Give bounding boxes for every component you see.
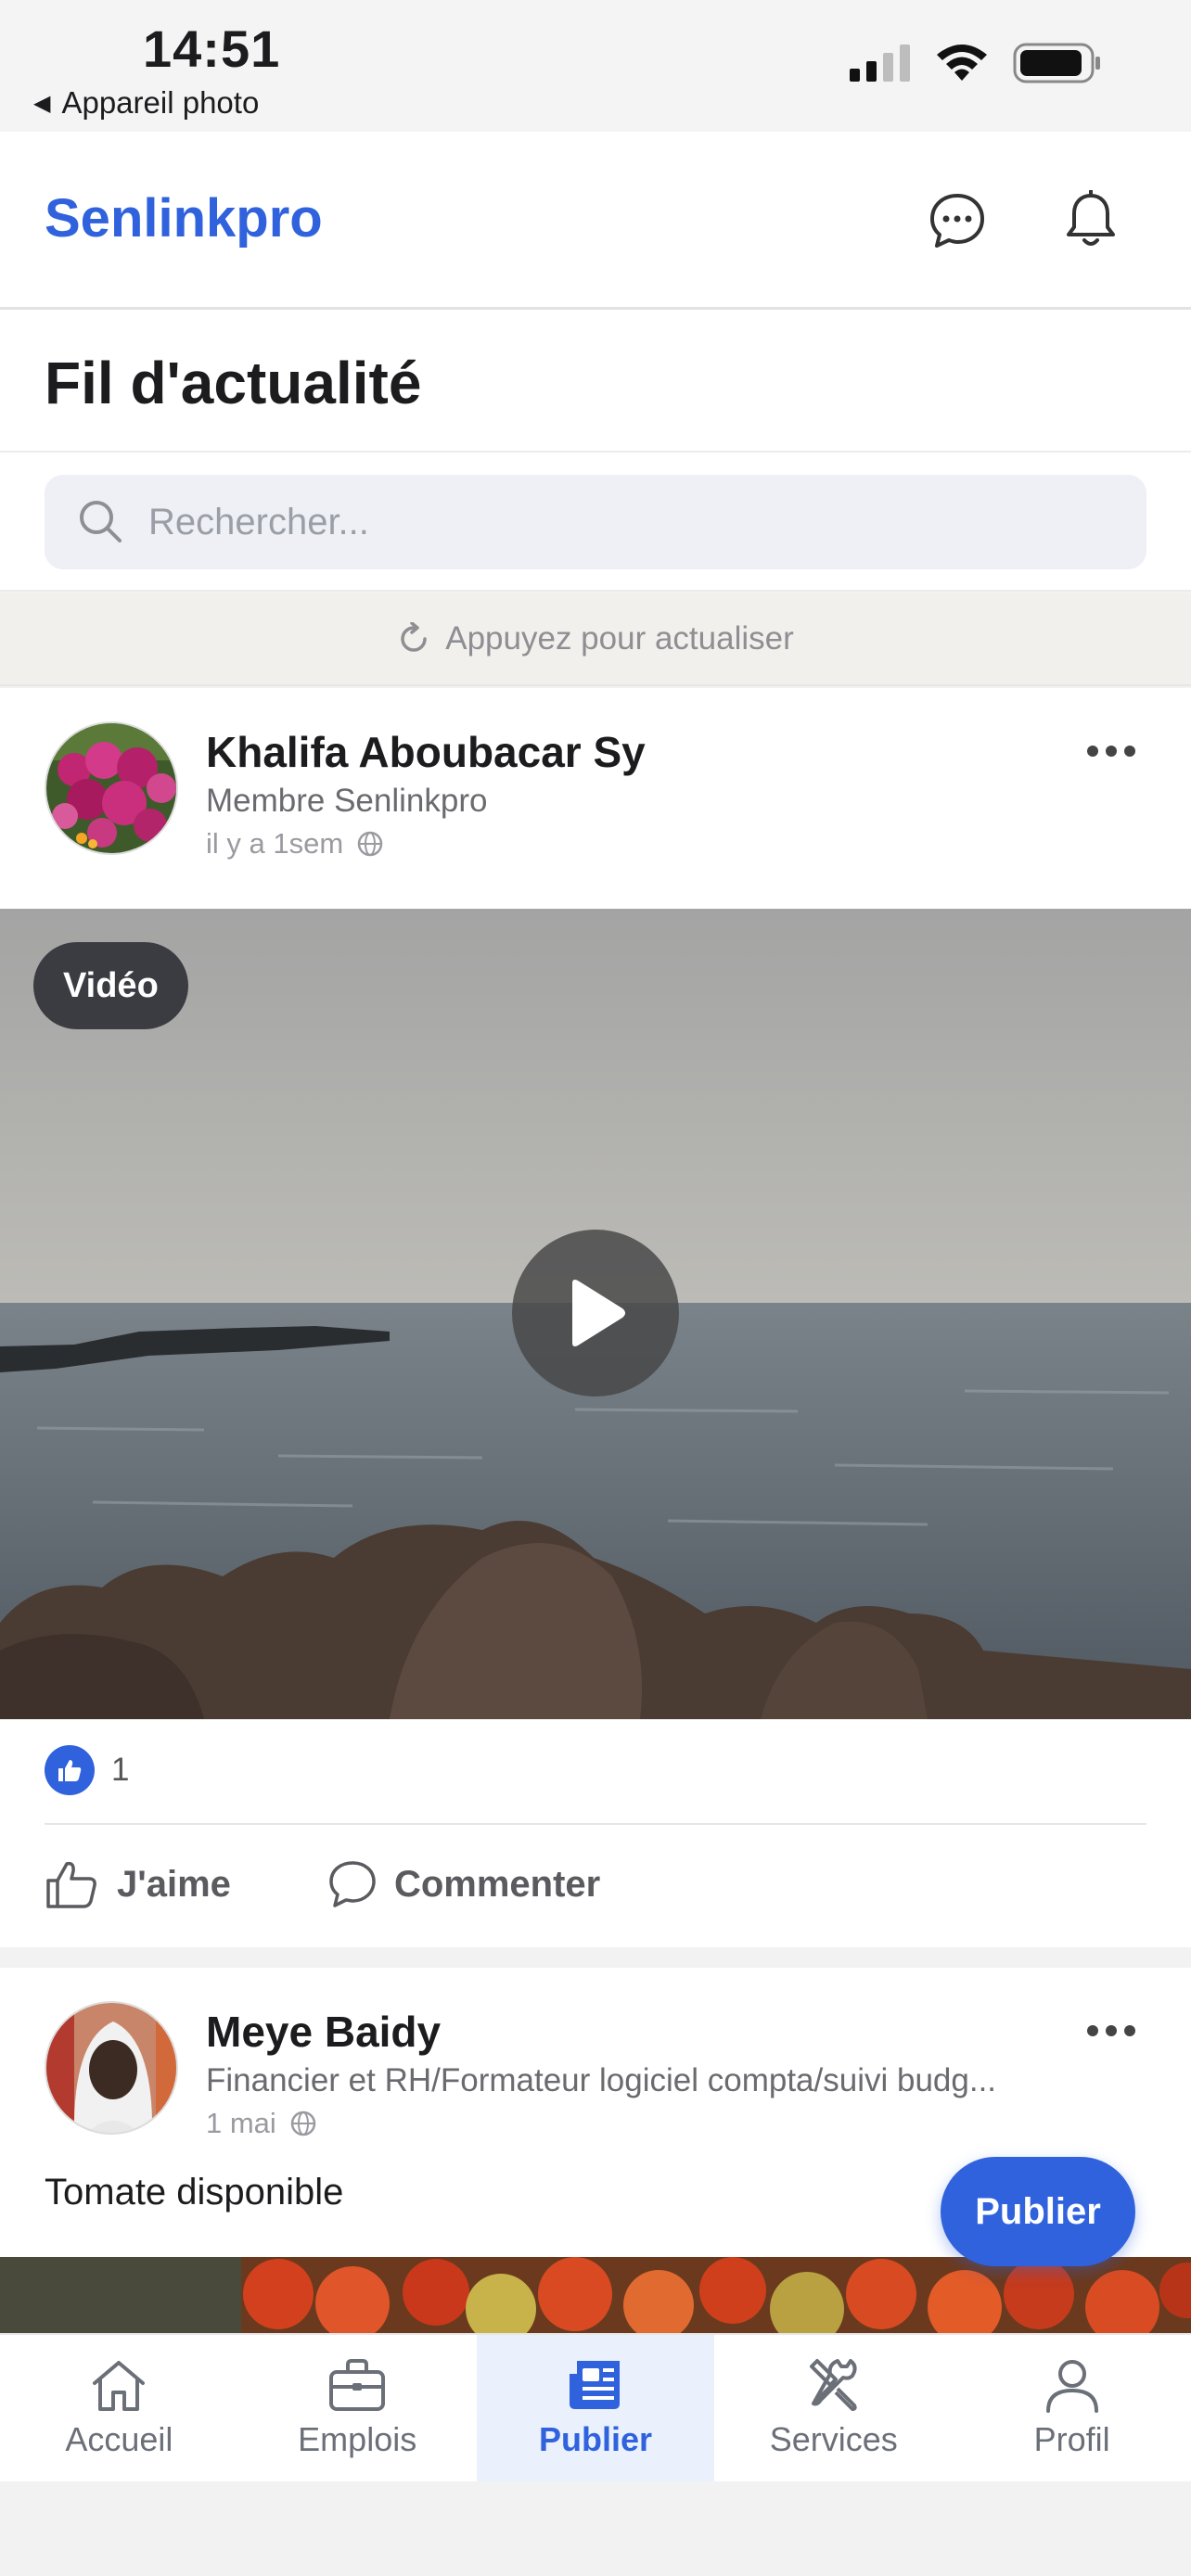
post-time-text: il y a 1sem — [206, 827, 344, 860]
publish-fab-button[interactable]: Publier — [941, 2157, 1135, 2266]
bell-icon — [1067, 190, 1115, 246]
author-name[interactable]: Meye Baidy — [206, 2007, 441, 2057]
video-badge: Vidéo — [33, 942, 188, 1029]
back-triangle-icon: ◀ — [33, 90, 51, 116]
divider — [45, 1823, 1146, 1825]
briefcase-icon — [329, 2359, 386, 2411]
post-time: il y a 1sem — [206, 827, 384, 861]
more-dot — [1087, 746, 1098, 757]
brand-logo-text[interactable]: Senlinkpro — [45, 187, 323, 249]
globe-icon — [290, 2111, 316, 2136]
likes-summary[interactable]: 1 — [45, 1745, 129, 1795]
more-dot — [1124, 746, 1135, 757]
globe-icon — [357, 831, 383, 857]
nav-label: Emplois — [298, 2420, 417, 2458]
avatar[interactable] — [45, 2001, 178, 2135]
battery-icon — [1013, 43, 1100, 83]
post-more-button[interactable] — [1087, 746, 1135, 757]
play-icon — [572, 1280, 625, 1346]
post-image[interactable] — [0, 2257, 1191, 2339]
post-card: Meye Baidy Financier et RH/Formateur log… — [0, 1968, 1191, 2339]
post-time: 1 mai — [206, 2107, 317, 2140]
more-dot — [1106, 746, 1117, 757]
nav-item-emplois[interactable]: Emplois — [238, 2335, 477, 2481]
tools-icon — [809, 2359, 857, 2411]
back-to-camera-link[interactable]: ◀ Appareil photo — [33, 85, 259, 121]
author-role: Membre Senlinkpro — [206, 783, 488, 819]
app-header: Senlinkpro — [0, 132, 1191, 310]
status-time: 14:51 — [143, 19, 281, 78]
refresh-label: Appuyez pour actualiser — [445, 620, 794, 657]
refresh-bar[interactable]: Appuyez pour actualiser — [0, 593, 1191, 686]
bottom-nav: Accueil Emplois Publier Services Profil — [0, 2333, 1191, 2481]
like-label: J'aime — [117, 1863, 231, 1905]
status-icons — [850, 43, 1102, 83]
home-icon — [93, 2361, 146, 2411]
home-indicator-area — [0, 2481, 1191, 2576]
post-actions: J'aime Commenter — [45, 1858, 600, 1910]
comment-icon — [329, 1861, 376, 1907]
person-icon — [1045, 2360, 1098, 2413]
likes-count: 1 — [111, 1752, 130, 1788]
signal-icon — [850, 45, 910, 82]
nav-item-profil[interactable]: Profil — [953, 2335, 1191, 2481]
nav-label: Accueil — [65, 2420, 173, 2458]
more-dot — [1124, 2025, 1135, 2036]
nav-label: Services — [769, 2420, 898, 2458]
post-time-text: 1 mai — [206, 2107, 276, 2139]
like-badge-icon — [45, 1745, 95, 1795]
back-label: Appareil photo — [61, 85, 260, 120]
search-input[interactable] — [148, 486, 1113, 558]
refresh-icon — [401, 622, 427, 652]
comment-label: Commenter — [393, 1863, 601, 1905]
notifications-button[interactable] — [1056, 185, 1126, 256]
nav-label: Publier — [538, 2420, 652, 2458]
avatar[interactable] — [45, 721, 178, 855]
page-title: Fil d'actualité — [45, 350, 422, 416]
play-button[interactable] — [512, 1230, 679, 1396]
nav-item-publier[interactable]: Publier — [476, 2335, 715, 2481]
author-role: Financier et RH/Formateur logiciel compt… — [206, 2062, 997, 2098]
video-player[interactable]: Vidéo — [0, 909, 1191, 1719]
author-name[interactable]: Khalifa Aboubacar Sy — [206, 727, 646, 777]
post-card: Khalifa Aboubacar Sy Membre Senlinkpro i… — [0, 688, 1191, 1947]
chat-bubble-icon — [930, 194, 984, 248]
status-bar: 14:51 ◀ Appareil photo — [0, 0, 1191, 132]
thumbs-up-icon — [46, 1861, 96, 1908]
more-dot — [1106, 2025, 1117, 2036]
search-section — [0, 453, 1191, 592]
post-text: Tomate disponible — [45, 2172, 344, 2213]
newspaper-icon — [569, 2361, 620, 2409]
nav-item-accueil[interactable]: Accueil — [0, 2335, 238, 2481]
messages-button[interactable] — [922, 185, 992, 256]
like-button[interactable]: J'aime — [45, 1858, 231, 1910]
comment-button[interactable]: Commenter — [327, 1858, 600, 1910]
nav-item-services[interactable]: Services — [714, 2335, 953, 2481]
post-more-button[interactable] — [1087, 2025, 1135, 2036]
page-title-bar: Fil d'actualité — [0, 310, 1191, 453]
search-icon — [80, 501, 122, 542]
more-dot — [1087, 2025, 1098, 2036]
nav-label: Profil — [1033, 2420, 1110, 2458]
wifi-icon — [937, 45, 987, 81]
